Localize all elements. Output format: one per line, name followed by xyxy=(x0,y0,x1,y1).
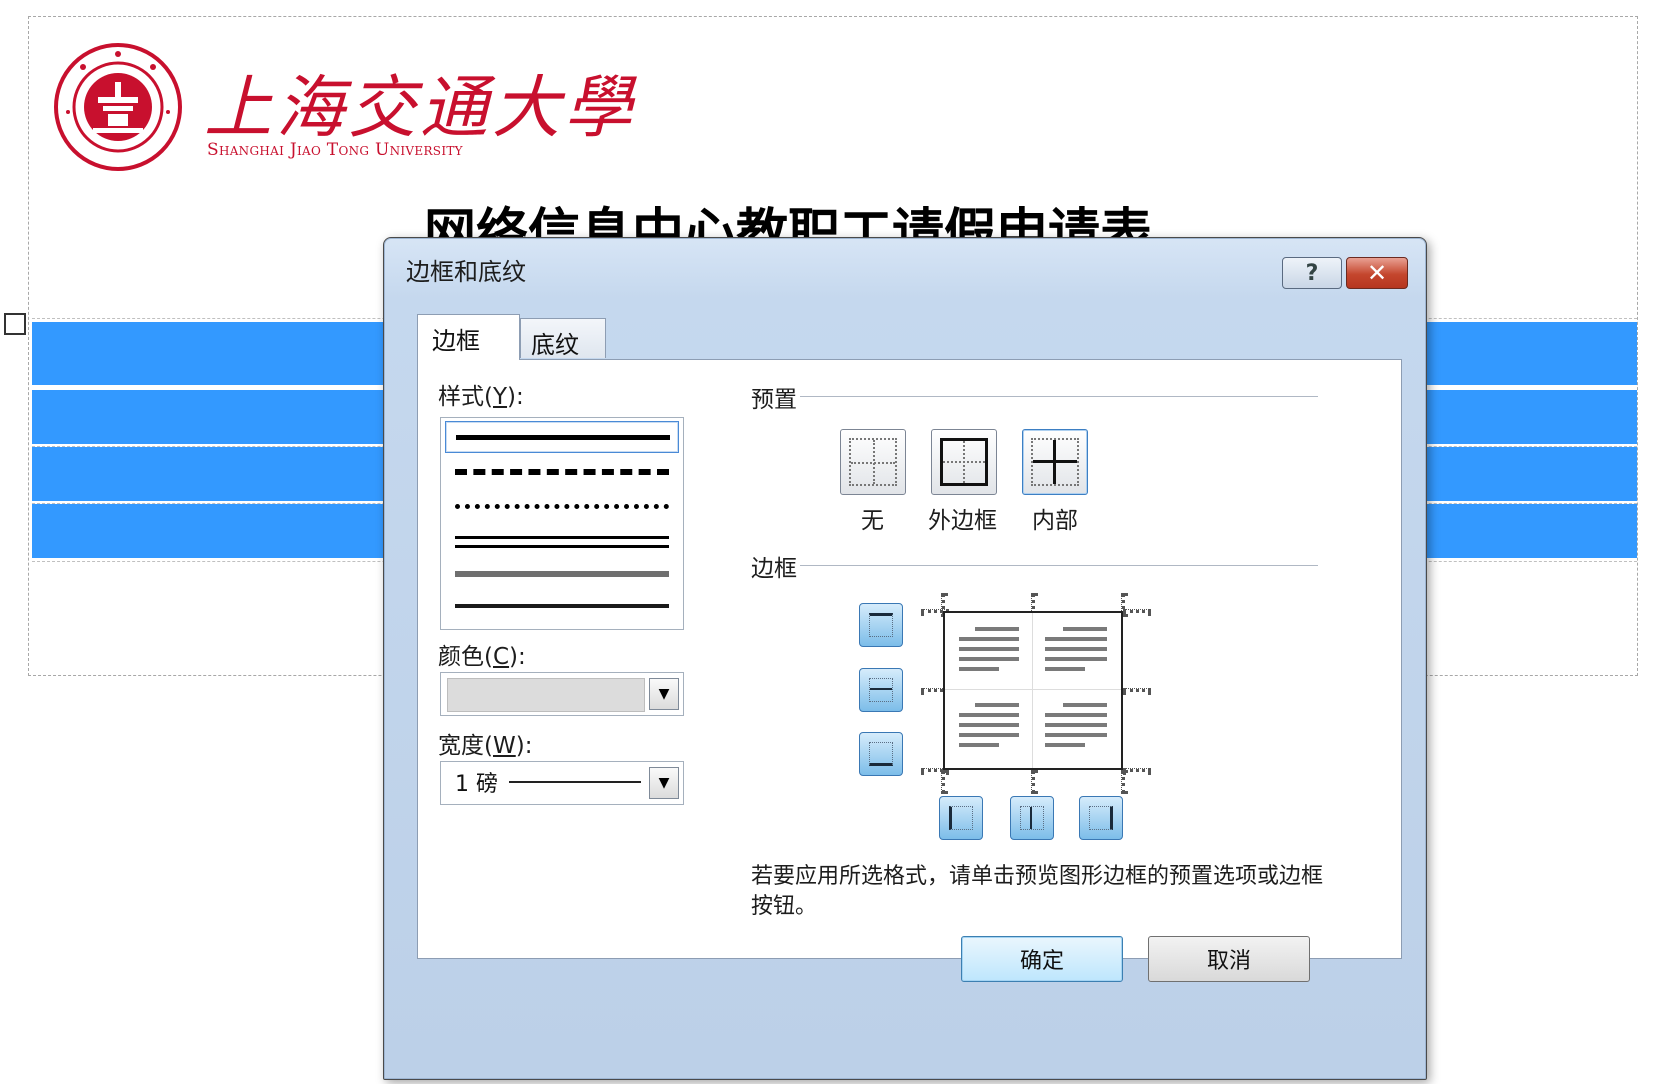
inside-horizontal-border-button[interactable] xyxy=(859,668,903,712)
border-box-icon xyxy=(940,438,988,486)
color-swatch xyxy=(447,678,645,712)
section-divider xyxy=(800,565,1318,566)
preset-section-label: 预置 xyxy=(751,387,797,413)
logo-chinese-name: 上海交通大學 xyxy=(204,69,637,148)
help-icon: ? xyxy=(1305,260,1319,286)
width-label: 宽度(W): xyxy=(438,733,533,759)
top-border-button[interactable] xyxy=(859,603,903,647)
dialog-title: 边框和底纹 xyxy=(406,258,526,286)
style-label: 样式(Y): xyxy=(438,384,524,410)
preset-box-label: 外边框 xyxy=(928,508,997,534)
section-divider xyxy=(800,396,1318,397)
cancel-button[interactable]: 取消 xyxy=(1148,936,1310,982)
university-seal-icon xyxy=(54,43,182,171)
style-option-solid[interactable] xyxy=(445,421,679,453)
color-dropdown[interactable]: ▼ xyxy=(440,672,684,716)
width-sample-line xyxy=(509,781,641,783)
bottom-border-button[interactable] xyxy=(859,732,903,776)
border-section-label: 边框 xyxy=(751,556,797,582)
chevron-down-icon[interactable]: ▼ xyxy=(649,678,679,710)
hint-text: 若要应用所选格式，请单击预览图形边框的预置选项或边框按钮。 xyxy=(751,864,1324,919)
borders-panel: 样式(Y): 颜色(C): ▼ 宽度(W): 1 磅 ▼ 预置 无 外边框 内部… xyxy=(417,359,1402,959)
close-icon: ✕ xyxy=(1366,259,1388,287)
preset-inside-label: 内部 xyxy=(1032,508,1078,534)
preset-inside-button[interactable] xyxy=(1022,429,1088,495)
border-inside-horizontal-icon xyxy=(869,678,893,702)
inside-vertical-border-button[interactable] xyxy=(1010,796,1054,840)
preset-none-label: 无 xyxy=(861,508,884,534)
style-option-thick-gray[interactable] xyxy=(445,558,679,590)
style-option-double[interactable] xyxy=(445,524,679,556)
tab-shading[interactable]: 底纹 xyxy=(520,318,606,359)
border-bottom-icon xyxy=(869,742,893,766)
preset-box-button[interactable] xyxy=(931,429,997,495)
width-value: 1 磅 xyxy=(455,772,498,797)
table-move-handle[interactable] xyxy=(4,313,26,335)
style-listbox[interactable] xyxy=(440,417,684,630)
width-dropdown[interactable]: 1 磅 ▼ xyxy=(440,761,684,805)
style-option-thin-dark[interactable] xyxy=(445,591,679,623)
tab-borders[interactable]: 边框 xyxy=(417,314,520,360)
logo-english-name: Shanghai Jiao Tong University xyxy=(207,140,463,160)
ok-button[interactable]: 确定 xyxy=(961,936,1123,982)
style-option-dotted[interactable] xyxy=(445,491,679,523)
border-preview[interactable] xyxy=(943,611,1123,770)
color-label: 颜色(C): xyxy=(438,644,526,670)
border-right-icon xyxy=(1089,806,1113,830)
border-inside-vertical-icon xyxy=(1020,806,1044,830)
border-left-icon xyxy=(949,806,973,830)
chevron-down-icon[interactable]: ▼ xyxy=(649,767,679,799)
border-inside-icon xyxy=(1031,438,1079,486)
help-button[interactable]: ? xyxy=(1282,257,1342,289)
preset-none-button[interactable] xyxy=(840,429,906,495)
border-top-icon xyxy=(869,613,893,637)
left-border-button[interactable] xyxy=(939,796,983,840)
border-none-icon xyxy=(849,438,897,486)
style-option-dashed[interactable] xyxy=(445,456,679,488)
right-border-button[interactable] xyxy=(1079,796,1123,840)
close-button[interactable]: ✕ xyxy=(1346,257,1408,289)
